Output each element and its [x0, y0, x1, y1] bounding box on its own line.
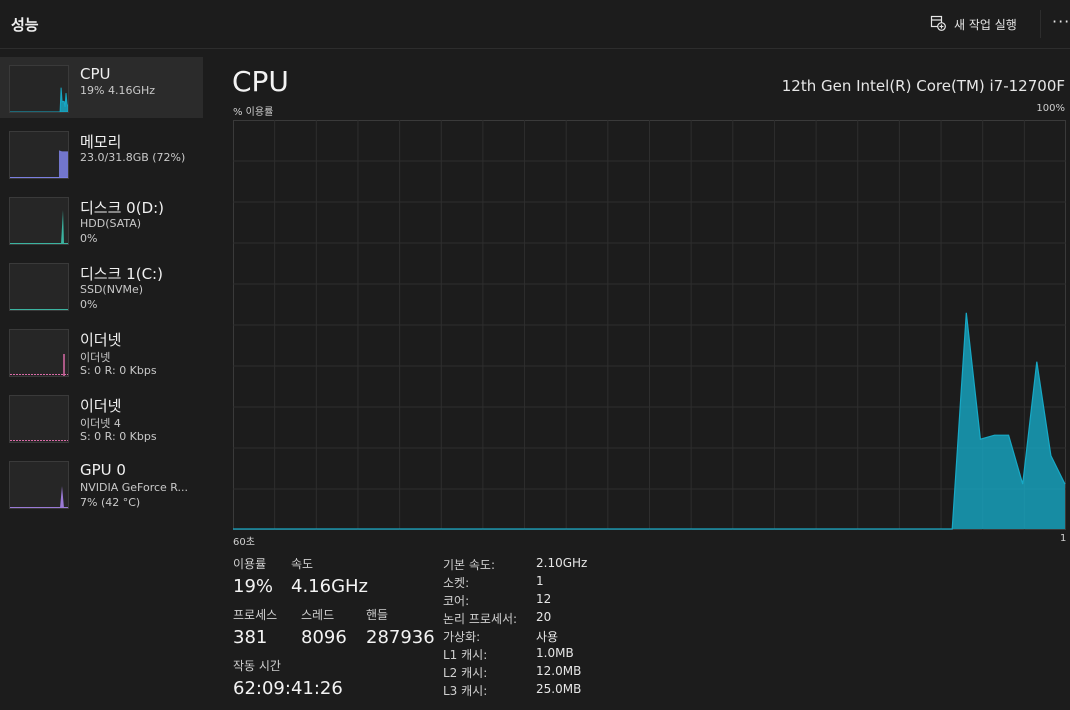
sidebar-item-name: 이더넷: [80, 397, 122, 415]
sidebar-item-name: 디스크 1(C:): [80, 265, 163, 283]
sidebar-item-detail: 이더넷 4: [80, 417, 121, 430]
y-axis-label: % 이용률: [233, 107, 274, 118]
top-bar: 성능 새 작업 실행 ···: [0, 0, 1070, 49]
speed-label: 속도: [291, 557, 314, 571]
spec-value: 1.0MB: [536, 646, 574, 660]
spec-value: 12: [536, 592, 552, 606]
thread-value: 8096: [301, 627, 347, 648]
sidebar-item-detail: 23.0/31.8GB (72%): [80, 151, 186, 164]
sidebar-item-detail: 이더넷: [80, 351, 111, 364]
handle-value: 287936: [366, 627, 435, 648]
run-new-task-button[interactable]: 새 작업 실행: [930, 14, 1017, 34]
more-options-button[interactable]: ···: [1052, 12, 1070, 31]
sidebar-item-value: 7% (42 °C): [80, 496, 141, 509]
sidebar-item-value: 0%: [80, 298, 98, 311]
sidebar-item-detail: SSD(NVMe): [80, 283, 144, 296]
sidebar-item-2[interactable]: 디스크 0(D:) HDD(SATA) 0%: [0, 189, 203, 255]
x-axis-end-label: 1: [1060, 533, 1067, 544]
sidebar-item-value: S: 0 R: 0 Kbps: [80, 364, 157, 377]
spec-key: 코어:: [443, 594, 470, 608]
sidebar-item-6[interactable]: GPU 0 NVIDIA GeForce R... 7% (42 °C): [0, 453, 203, 519]
sidebar-thumbnail-graph: [9, 263, 69, 311]
uptime-label: 작동 시간: [233, 659, 281, 673]
sidebar-item-detail: 19% 4.16GHz: [80, 84, 156, 97]
sidebar-item-value: 0%: [80, 232, 98, 245]
spec-key: L3 캐시:: [443, 684, 488, 698]
thread-label: 스레드: [301, 608, 335, 622]
spec-key: 논리 프로세서:: [443, 612, 518, 626]
toolbar-divider: [1040, 10, 1041, 38]
spec-value: 25.0MB: [536, 682, 582, 696]
sidebar-item-1[interactable]: 메모리 23.0/31.8GB (72%): [0, 123, 203, 189]
process-label: 프로세스: [233, 608, 278, 622]
sidebar-item-5[interactable]: 이더넷이더넷 4 S: 0 R: 0 Kbps: [0, 387, 203, 453]
run-new-task-label: 새 작업 실행: [954, 17, 1017, 32]
sidebar-item-name: CPU: [80, 65, 111, 83]
sidebar-thumbnail-graph: [9, 395, 69, 443]
spec-key: 소켓:: [443, 576, 470, 590]
page-title: 성능: [11, 16, 39, 34]
spec-key: 기본 속도:: [443, 558, 496, 572]
y-axis-max-label: 100%: [1036, 103, 1065, 114]
sidebar-item-3[interactable]: 디스크 1(C:) SSD(NVMe) 0%: [0, 255, 203, 321]
spec-value: 사용: [536, 630, 559, 644]
sidebar-thumbnail-graph: [9, 461, 69, 509]
sidebar-item-0[interactable]: CPU 19% 4.16GHz: [0, 57, 203, 118]
sidebar-item-name: GPU 0: [80, 461, 126, 479]
sidebar-thumbnail-graph: [9, 65, 69, 113]
handle-label: 핸들: [366, 608, 389, 622]
x-axis-start-label: 60초: [233, 537, 255, 548]
spec-value: 20: [536, 610, 552, 624]
performance-sidebar: CPU 19% 4.16GHz 메모리 23.0/31.8GB (72%) 디스크 0(…: [0, 57, 203, 519]
sidebar-item-value: S: 0 R: 0 Kbps: [80, 430, 157, 443]
new-task-icon: [930, 15, 946, 34]
sidebar-item-detail: NVIDIA GeForce R...: [80, 481, 189, 494]
cpu-usage-graph: [233, 120, 1066, 530]
cpu-model-name: 12th Gen Intel(R) Core(TM) i7-12700F: [781, 77, 1065, 95]
spec-value: 12.0MB: [536, 664, 582, 678]
sidebar-thumbnail-graph: [9, 131, 69, 179]
sidebar-item-name: 이더넷: [80, 331, 122, 349]
sidebar-item-name: 메모리: [80, 133, 122, 151]
process-value: 381: [233, 627, 268, 648]
sidebar-item-4[interactable]: 이더넷 이더넷 S: 0 R: 0 Kbps: [0, 321, 203, 387]
detail-title: CPU: [232, 65, 289, 98]
sidebar-thumbnail-graph: [9, 329, 69, 377]
usage-label: 이용률: [233, 557, 267, 571]
spec-key: L2 캐시:: [443, 666, 488, 680]
spec-value: 2.10GHz: [536, 556, 588, 570]
spec-value: 1: [536, 574, 544, 588]
spec-key: L1 캐시:: [443, 648, 488, 662]
usage-value: 19%: [233, 576, 274, 597]
sidebar-item-detail: HDD(SATA): [80, 217, 142, 230]
spec-key: 가상화:: [443, 630, 481, 644]
sidebar-item-name: 디스크 0(D:): [80, 199, 165, 217]
uptime-value: 62:09:41:26: [233, 678, 343, 699]
speed-value: 4.16GHz: [291, 576, 369, 597]
sidebar-thumbnail-graph: [9, 197, 69, 245]
